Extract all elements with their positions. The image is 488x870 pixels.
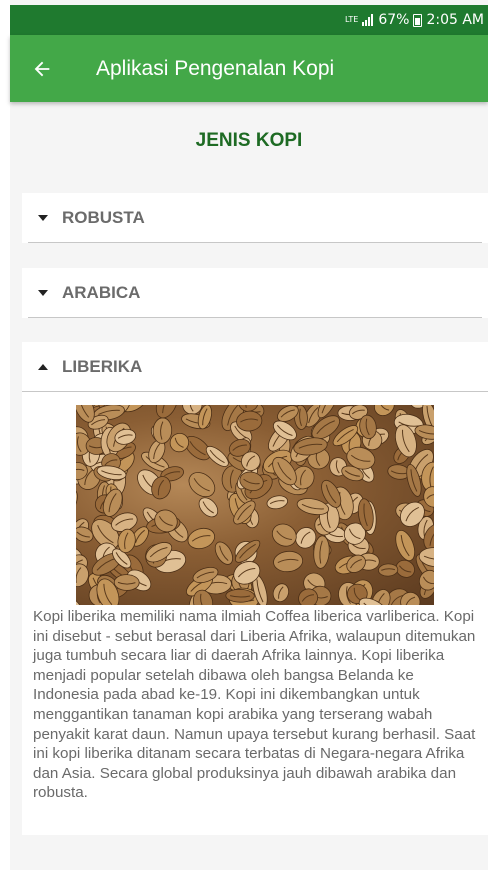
status-bar: LTE 67% 2:05 AM xyxy=(10,5,488,35)
signal-icon xyxy=(362,14,374,26)
chevron-down-icon xyxy=(22,290,62,296)
section-title: JENIS KOPI xyxy=(195,130,303,151)
arrow-left-icon xyxy=(34,61,50,76)
group-header-arabica[interactable]: ARABICA xyxy=(22,268,488,318)
group-robusta[interactable]: ROBUSTA xyxy=(22,193,488,243)
app-title: Aplikasi Pengenalan Kopi xyxy=(96,56,335,80)
coffee-beans-image xyxy=(76,405,434,605)
group-label: ROBUSTA xyxy=(62,208,145,227)
group-arabica[interactable]: ARABICA xyxy=(22,268,488,318)
chevron-up-icon xyxy=(22,364,62,370)
battery-percent: 67% xyxy=(378,12,410,28)
liberika-description: Kopi liberika memiliki nama ilmiah Coffe… xyxy=(33,608,476,802)
chevron-down-icon xyxy=(22,215,62,221)
group-label: LIBERIKA xyxy=(62,357,143,376)
group-header-liberika[interactable]: LIBERIKA xyxy=(22,342,488,392)
divider xyxy=(22,391,488,392)
coffee-beans-photo xyxy=(76,405,434,605)
divider xyxy=(28,317,482,318)
lte-icon: LTE xyxy=(345,15,359,24)
app-bar: Aplikasi Pengenalan Kopi xyxy=(10,35,488,102)
group-liberika[interactable]: LIBERIKA xyxy=(22,342,488,392)
group-header-robusta[interactable]: ROBUSTA xyxy=(22,193,488,243)
divider xyxy=(28,242,482,243)
status-time: 2:05 AM xyxy=(426,12,484,28)
group-label: ARABICA xyxy=(62,283,141,302)
battery-icon xyxy=(413,13,423,27)
back-button[interactable] xyxy=(10,35,74,102)
